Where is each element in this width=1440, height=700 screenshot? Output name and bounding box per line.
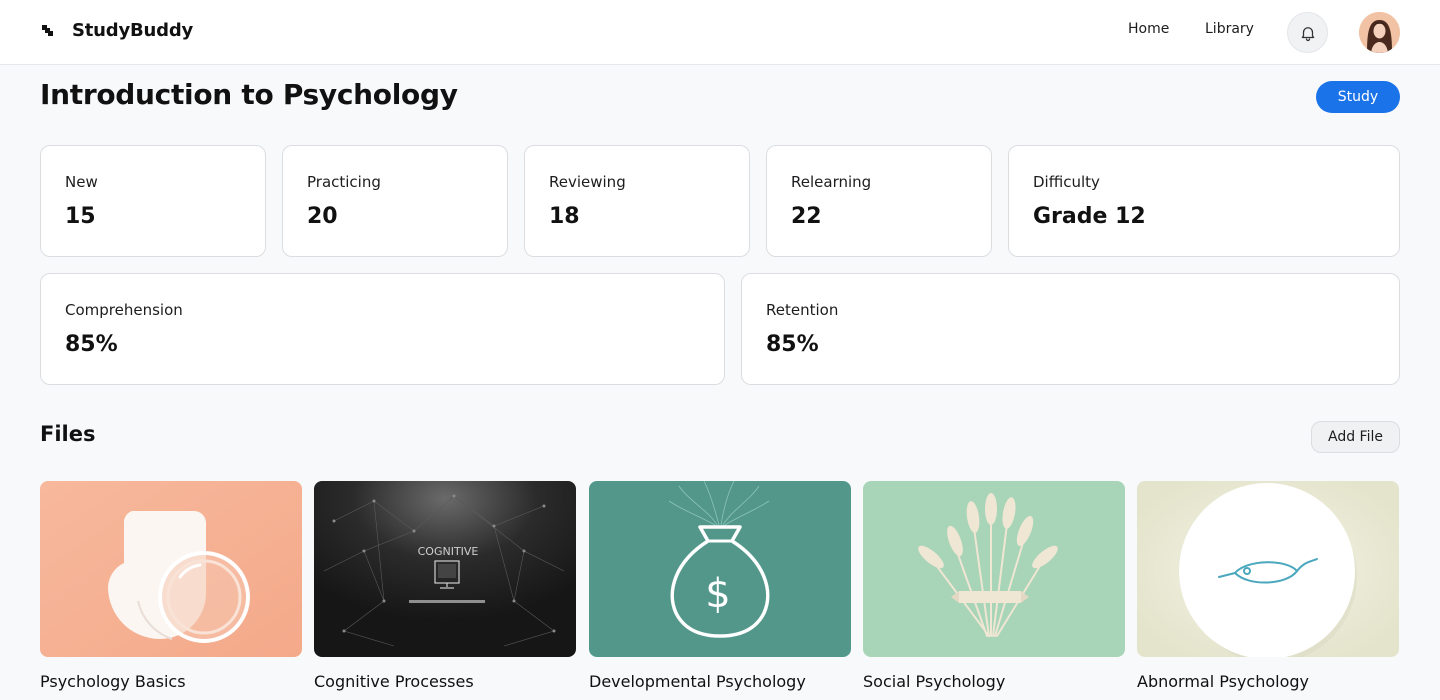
add-file-button[interactable]: Add File: [1311, 421, 1400, 453]
stat-card-relearning: Relearning 22: [766, 145, 992, 257]
stat-value: Grade 12: [1033, 204, 1146, 229]
dollar-symbol: $: [705, 571, 730, 617]
file-card-social-psychology[interactable]: Social Psychology: [863, 481, 1125, 691]
nav-home-link[interactable]: Home: [1128, 21, 1169, 37]
stat-label: New: [65, 173, 98, 191]
file-title: Abnormal Psychology: [1137, 672, 1310, 691]
files-heading: Files: [40, 422, 96, 446]
metric-label: Retention: [766, 301, 839, 319]
user-avatar[interactable]: [1359, 12, 1400, 53]
metric-value: 85%: [766, 332, 819, 357]
stat-label: Relearning: [791, 173, 872, 191]
stat-value: 18: [549, 204, 580, 229]
file-card-abnormal-psychology[interactable]: Abnormal Psychology: [1137, 481, 1399, 691]
bell-icon: [1301, 26, 1314, 41]
avatar-portrait-icon: [1359, 12, 1400, 53]
app-name: StudyBuddy: [72, 20, 194, 41]
wheat-bouquet-image: [863, 481, 1125, 657]
stat-card-difficulty: Difficulty Grade 12: [1008, 145, 1400, 257]
stat-value: 20: [307, 204, 338, 229]
file-title: Psychology Basics: [40, 672, 186, 691]
metric-value: 85%: [65, 332, 118, 357]
app-logo[interactable]: StudyBuddy: [40, 20, 193, 41]
notifications-button[interactable]: [1287, 12, 1328, 53]
page-title: Introduction to Psychology: [40, 78, 458, 111]
metric-card-comprehension: Comprehension 85%: [40, 273, 725, 385]
logo-icon: [42, 24, 53, 36]
file-card-psychology-basics[interactable]: Psychology Basics: [40, 481, 302, 691]
thumb-title: COGNITIVE: [418, 545, 479, 558]
file-title: Developmental Psychology: [589, 672, 806, 691]
stat-value: 15: [65, 204, 96, 229]
network-monitor-image: COGNITIVE: [314, 481, 576, 657]
file-card-cognitive-processes[interactable]: COGNITIVE Cognitive Processes: [314, 481, 576, 691]
fish-plate-image: [1137, 481, 1399, 657]
stat-card-practicing: Practicing 20: [282, 145, 508, 257]
metric-label: Comprehension: [65, 301, 183, 319]
nav-library-link[interactable]: Library: [1205, 21, 1254, 37]
stat-label: Reviewing: [549, 173, 626, 191]
study-button[interactable]: Study: [1316, 81, 1400, 113]
soap-bowl-image: [40, 481, 302, 657]
metric-card-retention: Retention 85%: [741, 273, 1400, 385]
top-bar: StudyBuddy Home Library: [0, 0, 1440, 65]
stat-card-reviewing: Reviewing 18: [524, 145, 750, 257]
file-title: Cognitive Processes: [314, 672, 474, 691]
file-card-developmental-psychology[interactable]: $ Developmental Psychology: [589, 481, 851, 691]
stat-card-new: New 15: [40, 145, 266, 257]
stat-value: 22: [791, 204, 822, 229]
stat-label: Practicing: [307, 173, 381, 191]
money-bag-image: $: [589, 481, 851, 657]
file-title: Social Psychology: [863, 672, 1006, 691]
stat-label: Difficulty: [1033, 173, 1100, 191]
